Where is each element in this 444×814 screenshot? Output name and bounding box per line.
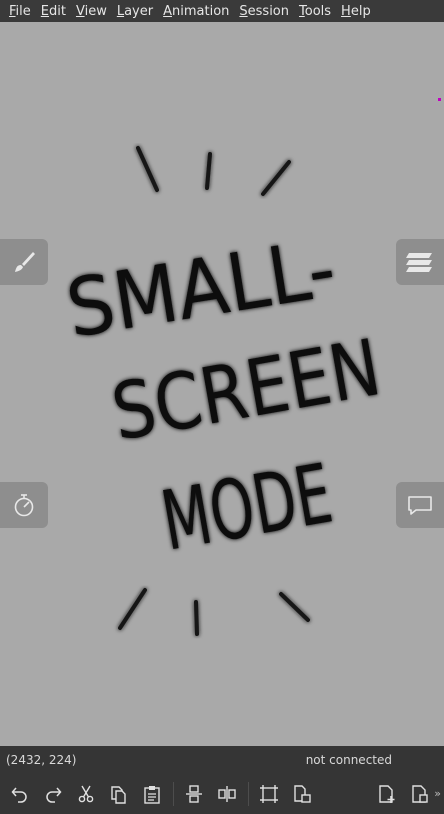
paste-button[interactable]	[140, 782, 164, 806]
menu-tools[interactable]: Tools	[294, 4, 336, 19]
flip-icon	[218, 786, 236, 802]
copy-button[interactable]	[107, 782, 131, 806]
statusbar: (2432, 224) not connected	[0, 746, 444, 774]
chat-icon	[408, 496, 432, 515]
cursor-coordinates: (2432, 224)	[6, 753, 77, 767]
toolbar-separator	[248, 782, 249, 806]
drawing-canvas[interactable]: SMALL- SCREEN MODE	[0, 22, 444, 746]
toolbar: »	[0, 774, 444, 814]
crop-icon	[260, 785, 278, 803]
redo-icon	[46, 787, 62, 803]
canvas-text-line3: MODE	[155, 447, 339, 570]
menu-file[interactable]: File	[4, 4, 36, 19]
menu-edit[interactable]: Edit	[36, 4, 71, 19]
toolbar-overflow[interactable]: »	[434, 787, 441, 800]
layers-button[interactable]	[396, 239, 444, 285]
toolbar-separator	[173, 782, 174, 806]
menu-layer[interactable]: Layer	[112, 4, 158, 19]
timer-button[interactable]	[0, 482, 48, 528]
burst-top	[136, 146, 291, 196]
timer-icon	[14, 494, 34, 517]
copy-icon	[111, 786, 126, 804]
stamp-icon	[186, 785, 202, 803]
connection-status: not connected	[305, 753, 392, 767]
brush-icon	[15, 252, 35, 272]
undo-button[interactable]	[8, 782, 32, 806]
brush-button[interactable]	[0, 239, 48, 285]
crop-button[interactable]	[257, 782, 281, 806]
layers-icon	[406, 253, 432, 272]
redo-button[interactable]	[41, 782, 65, 806]
menu-view[interactable]: View	[71, 4, 112, 19]
burst-bottom	[118, 588, 310, 636]
canvas-drawing: SMALL- SCREEN MODE	[60, 146, 387, 636]
paste-icon	[144, 786, 160, 804]
menu-animation[interactable]: Animation	[158, 4, 234, 19]
menubar: File Edit View Layer Animation Session T…	[0, 0, 444, 22]
menu-session[interactable]: Session	[234, 4, 294, 19]
resize-icon	[294, 785, 311, 803]
cut-button[interactable]	[74, 782, 98, 806]
flip-button[interactable]	[215, 782, 239, 806]
cut-icon	[78, 785, 94, 803]
resize-button[interactable]	[290, 782, 314, 806]
undo-icon	[11, 787, 27, 803]
chat-button[interactable]	[396, 482, 444, 528]
save-document-icon	[412, 785, 428, 803]
new-document-icon	[379, 785, 395, 803]
stamp-button[interactable]	[182, 782, 206, 806]
new-document-button[interactable]	[375, 782, 399, 806]
menu-help[interactable]: Help	[336, 4, 376, 19]
canvas-marker	[438, 98, 441, 101]
save-document-button[interactable]	[408, 782, 432, 806]
